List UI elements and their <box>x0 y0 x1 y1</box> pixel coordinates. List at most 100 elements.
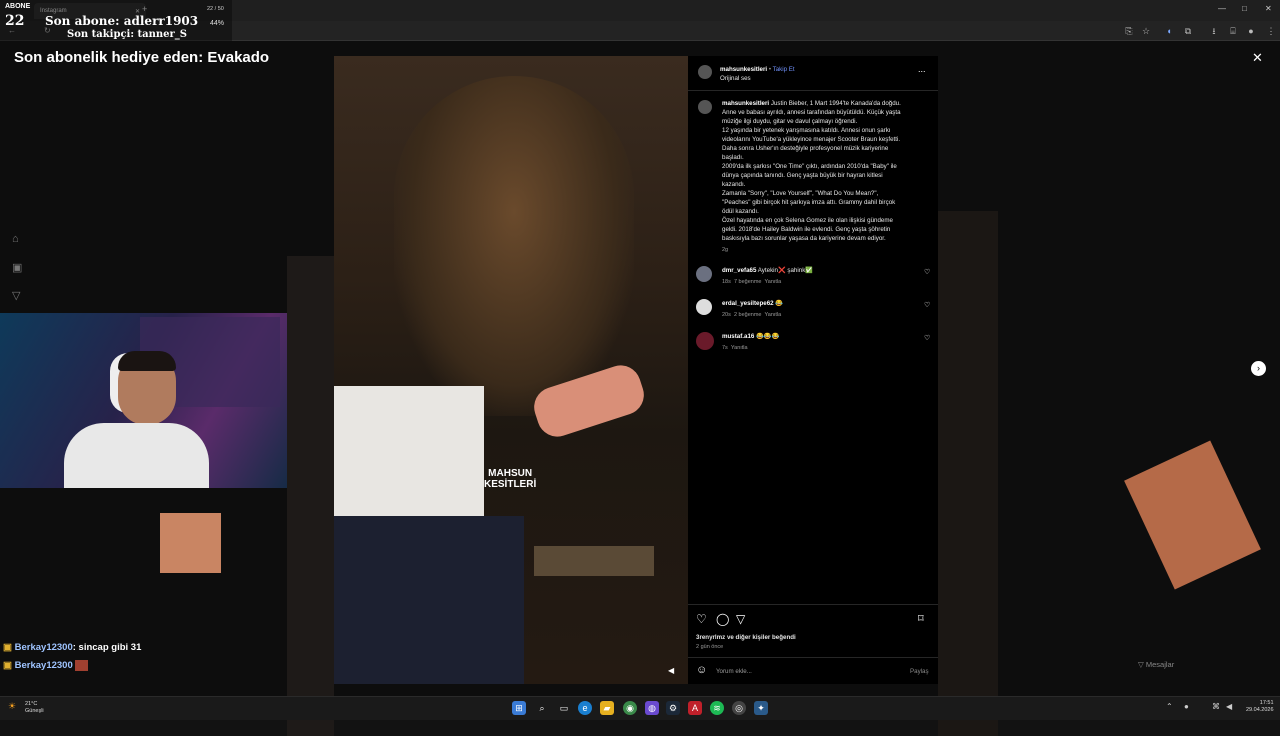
spotify-icon[interactable]: ≋ <box>710 701 724 715</box>
obs-icon[interactable]: ◎ <box>732 701 746 715</box>
file-explorer-icon[interactable]: ▰ <box>600 701 614 715</box>
extensions-icon[interactable]: ⧉ <box>1182 25 1194 37</box>
divider <box>688 604 938 605</box>
comment-text: 😂😂😂 <box>756 333 780 340</box>
comment-avatar[interactable] <box>696 266 712 282</box>
app-icon[interactable]: A <box>688 701 702 715</box>
next-post-icon[interactable]: › <box>1251 361 1266 376</box>
comment-meta: 18s 7 beğenme Yanıtla <box>722 278 781 287</box>
comment-avatar[interactable] <box>696 299 712 315</box>
author-avatar[interactable] <box>698 65 712 79</box>
divider <box>688 90 938 91</box>
weather-label: Güneşli <box>25 708 44 714</box>
comment-username[interactable]: mustaf.a16 <box>722 333 754 340</box>
chat-username: Berkay12300 <box>14 660 73 672</box>
author-username[interactable]: mahsunkesitleri <box>720 66 767 73</box>
tray-icon[interactable]: ● <box>1184 702 1189 711</box>
send-icon[interactable]: ▽ <box>12 289 20 302</box>
reels-icon[interactable]: ▣ <box>12 261 22 274</box>
chat-line: ▣ Berkay12300: sincap gibi 31 <box>3 642 141 653</box>
comment-like-heart-icon[interactable]: ♡ <box>924 268 930 276</box>
profile-icon[interactable]: ● <box>1245 25 1257 37</box>
search-icon[interactable]: ⌕ <box>535 701 549 715</box>
post-comment-button[interactable]: Paylaş <box>910 667 929 676</box>
post-header: mahsunkesitleri • Takip Et <box>720 65 795 74</box>
more-options-icon[interactable]: ... <box>918 64 926 74</box>
reply-button[interactable]: Yanıtla <box>765 312 782 318</box>
comment-username[interactable]: dmr_vefa65 <box>722 267 756 274</box>
watermark-bottom: KESİTLERİ <box>484 479 537 490</box>
edge-icon[interactable]: e <box>578 701 592 715</box>
clock-date: 29.04.2026 <box>1246 707 1274 713</box>
comment-likes[interactable]: 7 beğenme <box>734 279 762 285</box>
comment-like-heart-icon[interactable]: ♡ <box>924 301 930 309</box>
reel-video[interactable]: MAHSUN KESİTLERİ ◀ <box>334 56 688 684</box>
comment-bubble-icon[interactable]: ◯ <box>716 612 729 626</box>
comment-like-heart-icon[interactable]: ♡ <box>924 334 930 342</box>
minimize-button[interactable]: — <box>1218 4 1226 13</box>
caption-line: Anne ve babası ayrıldı, annesi tarafında… <box>722 109 901 116</box>
chrome-icon[interactable]: ◉ <box>623 701 637 715</box>
caption-time: 2g <box>722 247 729 253</box>
collections-icon[interactable]: ⌸ <box>1227 25 1239 37</box>
caption-avatar[interactable] <box>698 100 712 114</box>
stream-overlay: ABONE 22 Son abone: adlerr1903 Son takip… <box>0 0 232 41</box>
share-send-icon[interactable]: ▽ <box>736 612 745 626</box>
messages-button[interactable]: ▽ Mesajlar <box>1138 660 1174 669</box>
read-aloud-icon[interactable]: ◖ <box>1163 25 1175 37</box>
downloads-icon[interactable]: ⭳ <box>1208 25 1220 37</box>
steam-icon[interactable]: ⚙ <box>666 701 680 715</box>
comment-input[interactable]: Yorum ekle... <box>716 667 752 676</box>
close-window-button[interactable]: ✕ <box>1265 4 1272 13</box>
weather-icon[interactable]: ☀ <box>8 701 16 712</box>
menu-icon[interactable]: ⋮ <box>1265 25 1277 37</box>
mute-icon[interactable]: ◀ <box>668 666 674 675</box>
caption-line: geldi. 2018'de Hailey Baldwin ile evlend… <box>722 226 891 233</box>
reply-button[interactable]: Yanıtla <box>731 345 748 351</box>
webcam-feed <box>0 313 287 488</box>
caption-line: 12 yaşında bir yetenek yarışmasına katıl… <box>722 127 891 134</box>
emoji-icon[interactable]: ☺ <box>696 664 707 676</box>
weather[interactable]: 21°C Güneşli <box>25 701 44 715</box>
gift-sub-banner: Son abonelik hediye eden: Evakado <box>14 49 270 66</box>
clock-time: 17:51 <box>1259 700 1274 706</box>
tray-chevron-icon[interactable]: ⌃ <box>1166 702 1173 711</box>
comment-username[interactable]: erdal_yesiltepe62 <box>722 300 774 307</box>
save-bookmark-icon[interactable]: ⌑ <box>918 612 924 625</box>
maximize-button[interactable]: □ <box>1242 4 1247 13</box>
sub-label: ABONE <box>5 3 31 10</box>
caption: mahsunkesitleri Justin Bieber, 1 Mart 19… <box>722 99 932 255</box>
volume-icon[interactable]: ◀ <box>1226 702 1232 711</box>
task-view-icon[interactable]: ▭ <box>557 701 571 715</box>
bg-tile <box>938 211 998 736</box>
caption-line: müziğe ilgi duydu, gitar ve davul çalmay… <box>722 118 858 125</box>
audio-label[interactable]: Orijinal ses <box>720 74 751 83</box>
home-icon[interactable]: ⌂ <box>12 233 19 245</box>
post-side-panel: mahsunkesitleri • Takip Et Orijinal ses … <box>688 56 938 684</box>
volume-text: 22 / 50 <box>207 6 224 12</box>
comment-time: 18s <box>722 279 731 285</box>
comment-meta: 7s Yanıtla <box>722 344 748 353</box>
follow-button[interactable]: Takip Et <box>773 66 795 73</box>
clock[interactable]: 17:51 29.04.2026 <box>1246 700 1274 714</box>
close-modal-icon[interactable]: ✕ <box>1252 50 1263 66</box>
network-icon[interactable]: ⌘ <box>1212 702 1220 711</box>
comment-likes[interactable]: 2 beğenme <box>734 312 762 318</box>
bookmark-star-icon[interactable]: ☆ <box>1140 25 1152 37</box>
caption-line: Zamanla "Sorry", "Love Yourself", "What … <box>722 190 879 197</box>
liked-by[interactable]: 3renyrlmz ve diğer kişiler beğendi <box>696 633 796 642</box>
table <box>534 546 654 576</box>
comment-time: 20s <box>722 312 731 318</box>
caption-username[interactable]: mahsunkesitleri <box>722 100 769 107</box>
caption-line: "Peaches" gibi birçok hit şarkıya imza a… <box>722 199 896 206</box>
weather-temp: 21°C <box>25 701 38 707</box>
like-heart-icon[interactable]: ♡ <box>696 612 707 626</box>
watermark-top: MAHSUN <box>488 468 533 479</box>
install-icon[interactable]: ⎘ <box>1123 25 1135 37</box>
reply-button[interactable]: Yanıtla <box>765 279 782 285</box>
sub-badge-icon: ▣ <box>3 660 12 672</box>
start-icon[interactable]: ⊞ <box>512 701 526 715</box>
discord-icon[interactable]: ◍ <box>645 701 659 715</box>
comment-avatar[interactable] <box>696 332 714 350</box>
app2-icon[interactable]: ✦ <box>754 701 768 715</box>
